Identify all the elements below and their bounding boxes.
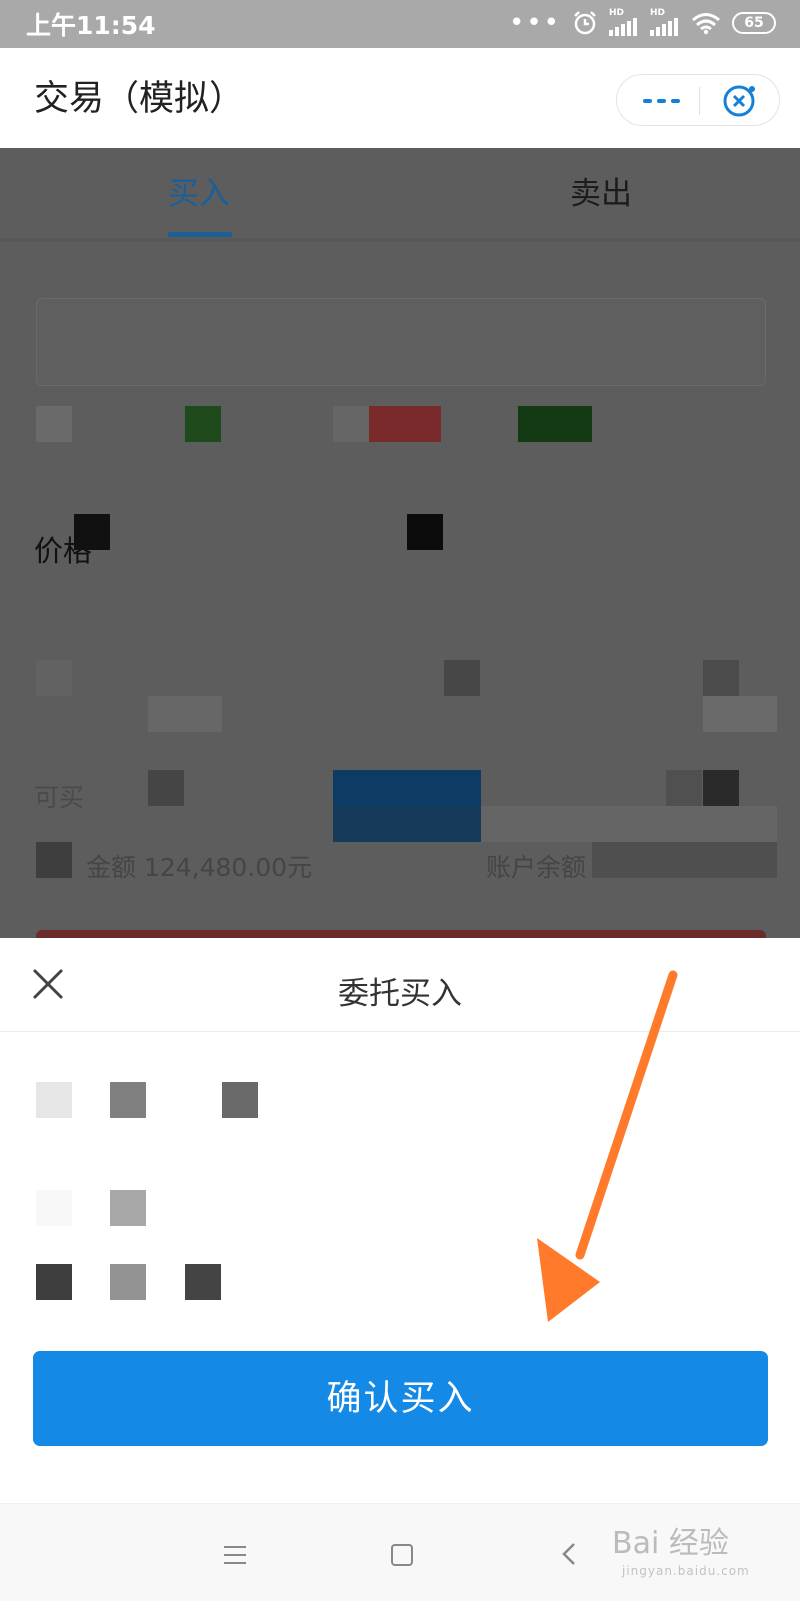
order-confirm-sheet: 委托买入 确认买入	[0, 938, 800, 1500]
mosaic-block	[703, 696, 777, 732]
mosaic-block	[185, 406, 221, 442]
baidu-watermark-url: jingyan.baidu.com	[622, 1564, 750, 1578]
mosaic-block	[666, 770, 702, 806]
account-balance-text: 账户余额	[486, 853, 587, 882]
active-tab-indicator	[168, 232, 232, 237]
mosaic-block	[369, 406, 441, 442]
mosaic-block	[36, 1082, 72, 1118]
more-icon[interactable]	[643, 99, 680, 103]
mosaic-block	[74, 514, 110, 550]
mosaic-block	[148, 696, 222, 732]
mosaic-block	[110, 1190, 146, 1226]
signal-icon-1: HD	[609, 9, 639, 36]
tab-separator	[0, 238, 800, 242]
mosaic-block	[592, 842, 777, 878]
signal-2-label: HD	[650, 8, 666, 18]
app-header: 交易（模拟）	[0, 48, 800, 148]
tab-buy[interactable]: 买入	[168, 168, 230, 213]
wifi-icon	[692, 12, 720, 34]
page-title: 交易（模拟）	[34, 79, 245, 119]
capsule-divider	[699, 87, 700, 115]
home-icon[interactable]	[391, 1544, 413, 1566]
mosaic-block	[36, 406, 72, 442]
trade-page-overlay: 买入 卖出 价格 可买 金额 124,480.00元 账户余额	[0, 148, 800, 938]
mosaic-block	[110, 1082, 146, 1118]
mosaic-block	[148, 770, 184, 806]
buy-button-edge	[36, 930, 766, 938]
close-mini-program-icon[interactable]	[721, 83, 757, 119]
back-icon[interactable]	[560, 1542, 580, 1566]
sheet-title: 委托买入	[338, 976, 462, 1012]
mosaic-block	[333, 806, 481, 842]
alarm-icon	[574, 10, 596, 34]
status-bar: 上午11:54 ••• HD HD 65	[0, 0, 800, 48]
tab-sell[interactable]: 卖出	[570, 168, 632, 213]
signal-1-label: HD	[609, 8, 625, 18]
mosaic-block	[36, 842, 72, 878]
amount-text: 金额 124,480.00元	[86, 853, 313, 882]
mosaic-block	[333, 406, 369, 442]
sheet-divider	[0, 1031, 800, 1032]
mini-program-capsule	[616, 74, 780, 126]
mosaic-block	[36, 1264, 72, 1300]
mosaic-block	[222, 1082, 258, 1118]
mosaic-block	[407, 514, 443, 550]
mosaic-block	[444, 660, 480, 696]
mosaic-block	[110, 1264, 146, 1300]
battery-icon: 65	[732, 11, 776, 34]
signal-icon-2: HD	[650, 9, 680, 36]
mosaic-block	[36, 660, 72, 696]
mosaic-block	[703, 770, 739, 806]
menu-icon[interactable]	[224, 1546, 246, 1570]
mosaic-block	[333, 770, 481, 806]
mosaic-block	[185, 1264, 221, 1300]
baidu-watermark: Bai 经验	[612, 1526, 729, 1561]
mosaic-block	[36, 1190, 72, 1226]
stock-code-input[interactable]	[36, 298, 766, 386]
status-time: 上午11:54	[26, 11, 156, 40]
mosaic-block	[481, 806, 777, 842]
available-qty-label: 可买	[34, 783, 85, 812]
mosaic-block	[518, 406, 592, 442]
mosaic-block	[703, 660, 739, 696]
confirm-buy-button[interactable]: 确认买入	[33, 1351, 768, 1446]
status-icons: ••• HD HD 65	[509, 9, 776, 36]
more-dots-icon: •••	[508, 7, 561, 38]
